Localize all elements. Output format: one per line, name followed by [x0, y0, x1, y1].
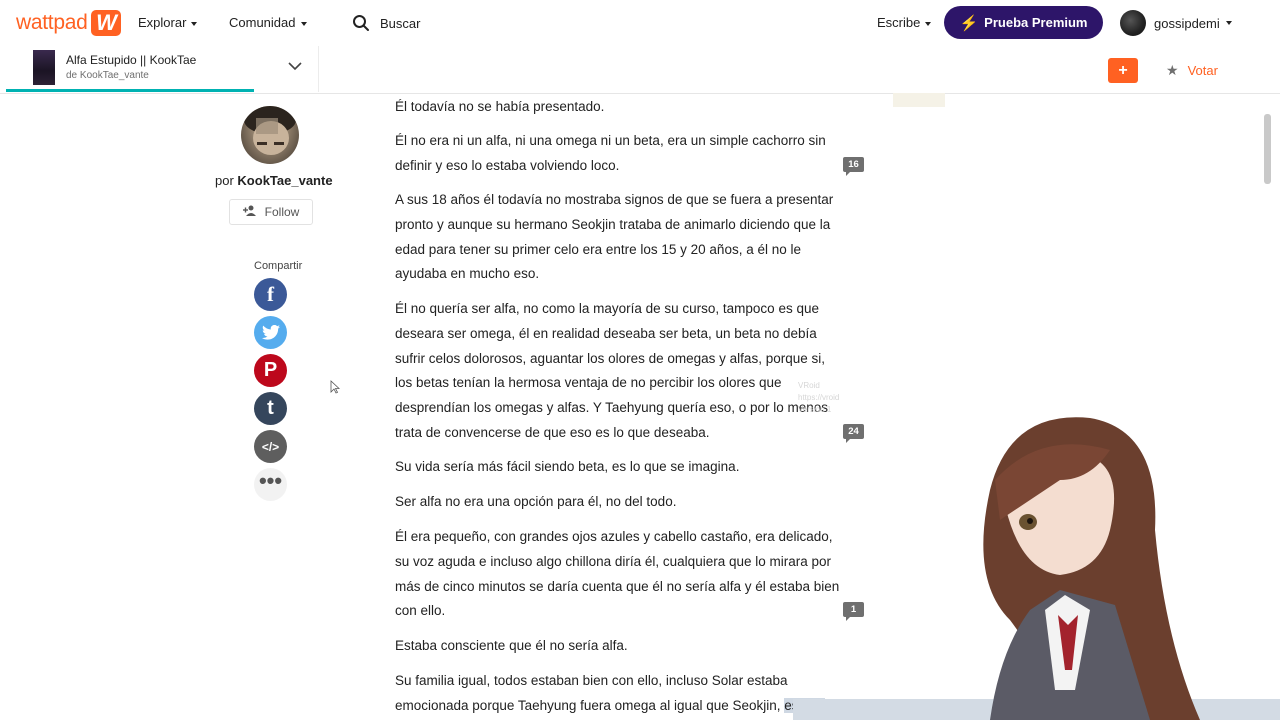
pinterest-icon: P [263, 359, 278, 381]
vote-label: Votar [1187, 63, 1218, 78]
premium-label: Prueba Premium [984, 15, 1088, 30]
embed-icon: </> [261, 439, 280, 454]
paragraph: Él todavía no se había presentado. [395, 99, 605, 114]
comment-count-badge[interactable]: 16 [843, 157, 864, 176]
twitter-icon [261, 325, 280, 340]
by-label: por [215, 173, 234, 188]
explore-label: Explorar [138, 15, 187, 30]
logo-w-icon: W [91, 10, 122, 36]
caret-down-icon [300, 21, 307, 26]
avatar [1120, 10, 1146, 36]
comment-count-badge[interactable]: 24 [843, 424, 864, 443]
search-input[interactable]: Buscar [380, 16, 420, 31]
write-label: Escribe [877, 15, 921, 30]
mouse-cursor-icon [330, 380, 340, 394]
more-icon: ••• [258, 467, 283, 493]
caret-down-icon [925, 21, 932, 26]
paragraph: Su vida sería más fácil siendo beta, es … [395, 459, 740, 474]
paragraph: Su familia igual, todos estaban bien con… [395, 669, 840, 719]
comment-count: 1 [850, 604, 857, 615]
paragraph: Él no era ni un alfa, ni una omega ni un… [395, 133, 826, 173]
wattpad-logo[interactable]: wattpad W [16, 9, 122, 37]
comment-count: 24 [848, 426, 859, 437]
premium-button[interactable]: ⚡ Prueba Premium [944, 6, 1103, 39]
share-label: Compartir [254, 260, 303, 272]
facebook-share-button[interactable]: f [254, 278, 287, 311]
story-title[interactable]: Alfa Estupido || KookTae [66, 53, 196, 67]
vote-button[interactable]: ★ Votar [1166, 62, 1218, 79]
add-to-list-button[interactable]: + [1108, 58, 1138, 83]
star-icon: ★ [1166, 62, 1179, 78]
chevron-down-icon[interactable] [287, 60, 303, 72]
facebook-icon: f [267, 282, 274, 306]
author-avatar[interactable] [241, 106, 299, 164]
story-bar: Alfa Estupido || KookTae de KookTae_vant… [0, 46, 1280, 94]
ad-placeholder [893, 93, 945, 107]
pinterest-share-button[interactable]: P [254, 354, 287, 387]
paragraph: A sus 18 años él todavía no mostraba sig… [395, 192, 834, 282]
explore-menu[interactable]: Explorar [138, 15, 198, 30]
follow-label: Follow [264, 205, 300, 219]
caret-down-icon [1225, 21, 1232, 25]
tumblr-share-button[interactable]: t [254, 392, 287, 425]
author-name[interactable]: KookTae_vante [237, 173, 332, 188]
author-byline: por KookTae_vante [215, 173, 333, 188]
tumblr-icon: t [267, 397, 274, 419]
reading-progress-bar [6, 89, 254, 92]
comment-count: 16 [848, 159, 859, 170]
username: gossipdemi [1154, 15, 1220, 31]
story-author[interactable]: de KookTae_vante [66, 70, 149, 81]
paragraph: Ser alfa no era una opción para él, no d… [395, 494, 677, 509]
paragraph: Estaba consciente que él no sería alfa. [395, 638, 628, 653]
plus-icon: + [1118, 61, 1128, 79]
paragraph: Él era pequeño, con grandes ojos azules … [395, 529, 840, 619]
story-cover[interactable] [33, 50, 55, 85]
community-menu[interactable]: Comunidad [229, 15, 307, 30]
add-user-icon [242, 205, 257, 219]
more-share-button[interactable]: ••• [254, 468, 287, 501]
community-label: Comunidad [229, 15, 296, 30]
embed-button[interactable]: </> [254, 430, 287, 463]
divider [318, 46, 319, 92]
lightning-icon: ⚡ [959, 14, 979, 32]
comment-count-badge[interactable]: 1 [843, 602, 864, 621]
watermark: VRoid https://vroid Version 1 [798, 381, 840, 414]
logo-wordmark: wattpad [16, 11, 88, 34]
paragraph-text: Su familia igual, todos estaban bien con… [395, 673, 788, 713]
search-icon [353, 15, 369, 31]
user-menu[interactable]: gossipdemi [1120, 10, 1232, 36]
author-photo [244, 106, 296, 155]
twitter-share-button[interactable] [254, 316, 287, 349]
scrollbar-thumb[interactable] [1264, 114, 1271, 184]
follow-button[interactable]: Follow [229, 199, 313, 225]
caret-down-icon [191, 21, 198, 26]
write-menu[interactable]: Escribe [877, 15, 932, 30]
character-overlay-image [983, 417, 1200, 720]
search-box[interactable]: Buscar [352, 12, 420, 34]
top-nav: wattpad W Explorar Comunidad Buscar Escr… [0, 0, 1280, 46]
paragraph: Él no quería ser alfa, no como la mayorí… [395, 301, 829, 440]
